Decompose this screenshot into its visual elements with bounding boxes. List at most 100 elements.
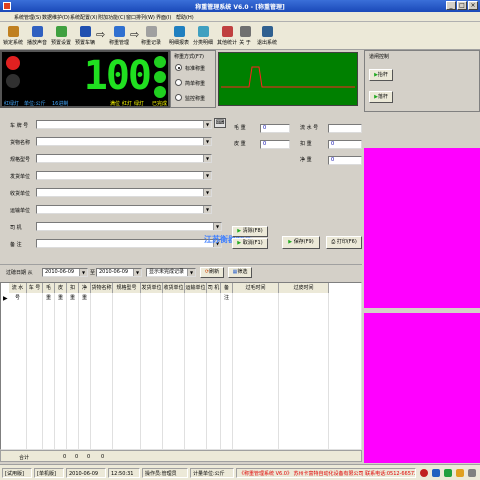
- radio-simple[interactable]: [175, 79, 182, 86]
- field-input[interactable]: ▼: [36, 154, 212, 163]
- weight-field-input[interactable]: [328, 124, 362, 133]
- minimize-button[interactable]: _: [446, 1, 456, 10]
- column-header[interactable]: 皮 重: [55, 283, 67, 301]
- grid-line: [26, 293, 27, 449]
- save-button[interactable]: ▶ 保存(F9): [282, 236, 320, 249]
- tray-icon[interactable]: [420, 469, 428, 477]
- chevron-down-icon[interactable]: ▼: [203, 206, 211, 213]
- arrow-icon: ⇨: [130, 28, 140, 41]
- toolbar-label: 关 于: [239, 40, 251, 46]
- field-input[interactable]: ▼: [36, 120, 212, 129]
- radio-monitor[interactable]: [175, 94, 182, 101]
- field-input[interactable]: ▼: [36, 239, 222, 248]
- arrow-icon: ⇨: [96, 28, 106, 41]
- column-header[interactable]: 过皮时间: [279, 283, 329, 293]
- weight-field-label: 流 水 号: [300, 125, 319, 131]
- menu-item[interactable]: 数据维护(D): [42, 14, 70, 21]
- weight-field-label: 皮 重: [234, 141, 246, 147]
- toolbar-button[interactable]: 分类明细: [192, 24, 214, 48]
- field-input[interactable]: ▼: [36, 137, 212, 146]
- menu-item[interactable]: 附加功能(C): [98, 14, 125, 21]
- print-button[interactable]: ⎙ 打印(F6): [326, 236, 362, 249]
- toolbar-button[interactable]: 称重记录: [140, 24, 162, 48]
- grid-line: [42, 293, 43, 449]
- toolbar-button[interactable]: 退出系统: [256, 24, 278, 48]
- field-input[interactable]: ▼: [36, 188, 212, 197]
- date-from-input[interactable]: 2010-06-09 ▼: [42, 268, 88, 277]
- column-header[interactable]: 净 重: [79, 283, 91, 301]
- weight-field-input[interactable]: 0: [328, 156, 362, 165]
- toolbar-button[interactable]: 预置车辆: [74, 24, 96, 48]
- column-header[interactable]: 规格型号: [113, 283, 141, 293]
- total-gross: 0: [63, 454, 67, 460]
- records-table[interactable]: 流 水 号车 号毛 重皮 重扣 重净 重货物名称 规格型号 发货单位 收货单位 运输单位…: [0, 282, 362, 450]
- menu-item[interactable]: 界面(I): [156, 14, 171, 21]
- column-header[interactable]: 过毛时间: [233, 283, 279, 293]
- menu-item[interactable]: 系统管理(S): [14, 14, 41, 21]
- column-header[interactable]: 货物名称: [91, 283, 113, 293]
- field-input[interactable]: ▼: [36, 205, 212, 214]
- column-header[interactable]: 收货单位: [163, 283, 185, 293]
- field-label: 收货单位: [10, 191, 31, 197]
- status-select[interactable]: 显示未完成记录 ▼: [146, 268, 196, 277]
- row-pointer-icon: ▶: [3, 295, 8, 302]
- chevron-down-icon[interactable]: ▼: [203, 155, 211, 162]
- cancel-button[interactable]: ▶ 取消(F1): [232, 238, 268, 249]
- tray-icon[interactable]: [468, 469, 476, 477]
- status-mode: [单机版]: [34, 468, 64, 478]
- filter-button[interactable]: ▦筛选: [228, 267, 252, 278]
- menu-item[interactable]: 窗口排列(W): [126, 14, 155, 21]
- chevron-down-icon[interactable]: ▼: [203, 138, 211, 145]
- clear-label: 清除(F8): [242, 228, 263, 234]
- column-header[interactable]: 车 号: [27, 283, 43, 293]
- menu-item[interactable]: 帮助(H): [176, 14, 194, 21]
- column-header[interactable]: 司 机: [207, 283, 221, 293]
- chevron-down-icon[interactable]: ▼: [187, 269, 195, 276]
- tray-icon[interactable]: [444, 469, 452, 477]
- hex-label: 16进制: [52, 101, 69, 107]
- field-input[interactable]: ▼: [36, 171, 212, 180]
- keyboard-icon[interactable]: ⌨: [214, 118, 226, 128]
- chevron-down-icon[interactable]: ▼: [203, 172, 211, 179]
- date-to-input[interactable]: 2010-06-09 ▼: [96, 268, 142, 277]
- column-header[interactable]: 毛 重: [43, 283, 55, 301]
- chevron-down-icon[interactable]: ▼: [79, 269, 87, 276]
- column-header[interactable]: 发货单位: [141, 283, 163, 293]
- totals-label: 合计: [19, 455, 30, 461]
- chevron-down-icon[interactable]: ▼: [133, 269, 141, 276]
- toolbar-icon: [145, 26, 157, 37]
- column-header[interactable]: 扣 重: [67, 283, 79, 301]
- clear-button[interactable]: ▶ 清除(F8): [232, 226, 268, 237]
- maximize-button[interactable]: □: [457, 1, 467, 10]
- toolbar-button[interactable]: 明细报表: [168, 24, 190, 48]
- chevron-down-icon[interactable]: ▼: [203, 121, 211, 128]
- toolbar-button[interactable]: 锁定系统: [2, 24, 24, 48]
- toolbar-button[interactable]: 播放声音: [26, 24, 48, 48]
- toolbar-button[interactable]: 关 于: [234, 24, 256, 48]
- refresh-label: 刷新: [209, 269, 220, 275]
- weight-field-input[interactable]: 0: [328, 140, 362, 149]
- column-header[interactable]: 流 水 号: [9, 283, 27, 301]
- field-input[interactable]: ▼: [36, 222, 222, 231]
- tray-icon[interactable]: [456, 469, 464, 477]
- menu-item[interactable]: 系统配置(X): [70, 14, 97, 21]
- chevron-down-icon[interactable]: ▼: [213, 223, 221, 230]
- gate-up-button[interactable]: ▶抬杆: [369, 69, 393, 81]
- column-header[interactable]: 备 注: [221, 283, 233, 301]
- gate-down-button[interactable]: ▶落杆: [369, 91, 393, 103]
- toolbar-button[interactable]: 预置设置: [50, 24, 72, 48]
- weight-field-input[interactable]: 0: [260, 140, 290, 149]
- toolbar: 锁定系统 播放声音 预置设置 预置车辆 称重管理 称重记录 明细报表 分类明细 其他统计关 于退…: [0, 22, 480, 50]
- radio-standard[interactable]: [175, 64, 182, 71]
- chevron-down-icon[interactable]: ▼: [203, 189, 211, 196]
- weight-field-label: 净 重: [300, 157, 312, 163]
- column-header[interactable]: 运输单位: [185, 283, 207, 293]
- weight-field-input[interactable]: 0: [260, 124, 290, 133]
- gate-control-title: 道闸控制: [369, 54, 390, 60]
- tray-icon[interactable]: [432, 469, 440, 477]
- close-button[interactable]: ×: [468, 1, 478, 10]
- camera-view-2: [364, 313, 480, 463]
- toolbar-button[interactable]: 称重管理: [108, 24, 130, 48]
- refresh-button[interactable]: ⟳刷新: [200, 267, 224, 278]
- toolbar-icon: [55, 26, 67, 37]
